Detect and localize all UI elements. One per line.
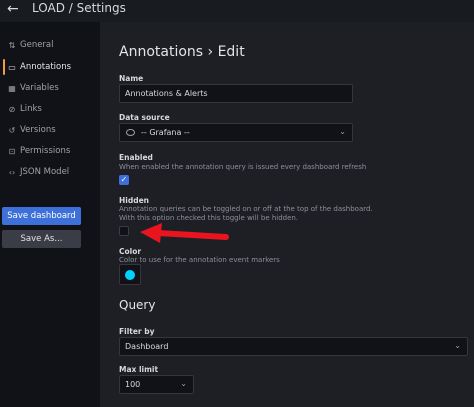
max-limit-value: 100 (125, 380, 141, 389)
lock-icon: ⊡ (8, 146, 16, 156)
sidebar-item-versions[interactable]: ↺ Versions (0, 121, 98, 139)
comment-icon: ▭ (8, 62, 16, 72)
hidden-label: Hidden (119, 196, 150, 205)
red-arrow-annotation (140, 223, 229, 243)
hidden-checkbox[interactable] (119, 226, 129, 236)
sidebar-item-label: Annotations (20, 62, 72, 72)
max-limit-label: Max limit (119, 365, 159, 374)
sliders-icon: ⇅ (8, 40, 16, 50)
filter-by-label: Filter by (119, 327, 155, 336)
filter-by-value: Dashboard (125, 342, 169, 351)
query-section-title: Query (119, 298, 156, 312)
database-icon (126, 129, 135, 136)
max-limit-select[interactable]: 100 ⌄ (119, 375, 194, 394)
save-dashboard-button[interactable]: Save dashboard (2, 207, 81, 225)
name-label: Name (119, 74, 144, 83)
enabled-label: Enabled (119, 153, 153, 162)
sidebar-item-json-model[interactable]: ‹› JSON Model (0, 163, 98, 181)
sidebar-item-permissions[interactable]: ⊡ Permissions (0, 142, 98, 160)
sidebar-item-label: JSON Model (20, 167, 70, 177)
active-indicator (3, 59, 5, 75)
arrow-left-icon[interactable]: ← (7, 2, 19, 16)
save-as-button[interactable]: Save As... (2, 230, 81, 248)
sidebar-item-general[interactable]: ⇅ General (0, 36, 98, 54)
enabled-checkbox[interactable]: ✓ (119, 175, 129, 185)
sidebar-item-variables[interactable]: ▦ Variables (0, 79, 98, 97)
chevron-down-icon: ⌄ (339, 127, 346, 136)
section-heading: Annotations › Edit (119, 44, 245, 60)
color-description: Color to use for the annotation event ma… (119, 256, 280, 264)
page-title: LOAD / Settings (32, 1, 126, 15)
datasource-select[interactable]: -- Grafana -- ⌄ (119, 123, 353, 142)
sidebar-item-label: Versions (20, 125, 56, 135)
color-label: Color (119, 247, 142, 256)
sidebar-item-label: Variables (20, 83, 59, 93)
name-value: Annotations & Alerts (125, 89, 208, 98)
code-icon: ‹› (8, 167, 16, 177)
sidebar-item-label: General (20, 40, 54, 50)
annotation-edit-panel: Annotations › Edit Name Annotations & Al… (100, 22, 474, 407)
sidebar-item-label: Permissions (20, 146, 71, 156)
link-icon: ⊘ (8, 104, 16, 114)
sidebar-item-label: Links (20, 104, 42, 114)
datasource-label: Data source (119, 113, 170, 122)
color-swatch (125, 270, 135, 280)
enabled-description: When enabled the annotation query is iss… (119, 163, 367, 171)
chevron-down-icon: ⌄ (180, 379, 187, 388)
history-icon: ↺ (8, 125, 16, 135)
color-picker[interactable] (119, 264, 141, 285)
calculator-icon: ▦ (8, 83, 16, 93)
hidden-description: Annotation queries can be toggled on or … (119, 205, 373, 222)
chevron-down-icon: ⌄ (454, 341, 461, 350)
sidebar-item-annotations[interactable]: ▭ Annotations (0, 58, 98, 76)
datasource-value: -- Grafana -- (141, 128, 190, 137)
filter-by-select[interactable]: Dashboard ⌄ (119, 337, 468, 356)
sidebar-item-links[interactable]: ⊘ Links (0, 100, 98, 118)
top-bar: ← LOAD / Settings (0, 0, 474, 22)
name-input[interactable]: Annotations & Alerts (119, 84, 353, 103)
check-icon: ✓ (120, 175, 128, 184)
